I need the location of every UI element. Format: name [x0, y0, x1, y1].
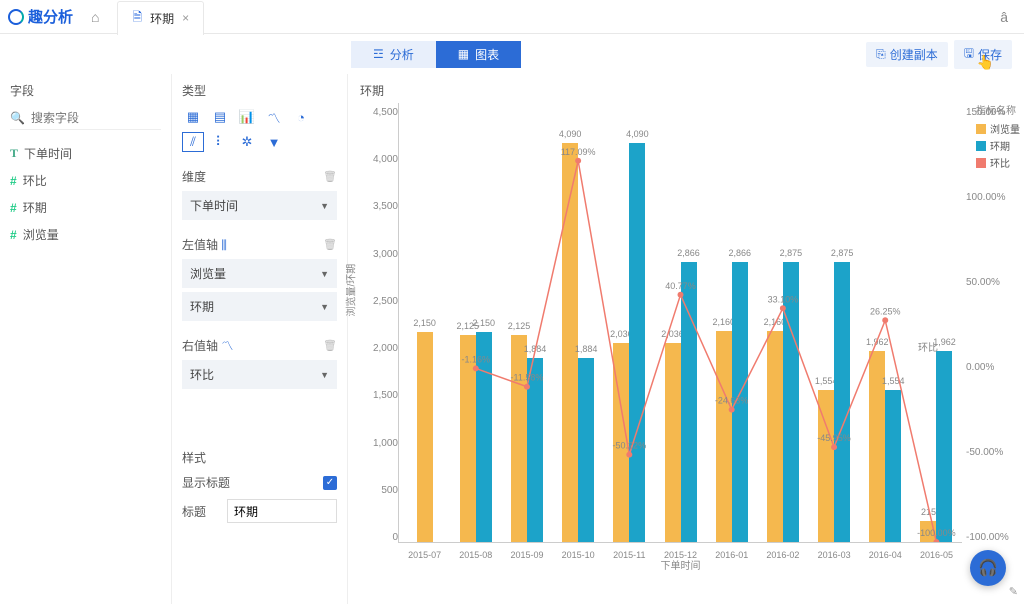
type-line-icon[interactable]: 〽: [263, 107, 285, 127]
legend-item[interactable]: 环比: [976, 155, 1020, 170]
legend-item[interactable]: 浏览量: [976, 121, 1020, 136]
type-pivot-icon[interactable]: ▤: [209, 107, 231, 127]
caret-down-icon: ▼: [320, 302, 329, 312]
document-icon: 🗎: [132, 8, 142, 29]
tab-analysis[interactable]: ☲ 分析: [351, 41, 436, 68]
type-bar-icon[interactable]: 📊: [236, 107, 258, 127]
dimension-label: 维度: [182, 168, 206, 185]
plot[interactable]: 2,1502,1252,1502,1251,8844,0901,8842,036…: [398, 103, 962, 543]
right-axis-label: 右值轴: [182, 339, 218, 353]
chart-icon: ▦: [458, 47, 469, 61]
app-name: 趣分析: [28, 6, 73, 27]
trash-icon[interactable]: 🗑: [323, 339, 337, 352]
caret-down-icon: ▼: [320, 269, 329, 279]
legend-swatch: [976, 141, 986, 151]
field-type-icon: #: [10, 174, 17, 188]
close-icon[interactable]: ×: [182, 11, 189, 25]
bar-axis-icon: ⫼: [221, 238, 227, 252]
y-axis-right: 150.00%100.00%50.00%0.00%-50.00%-100.00%: [962, 103, 1012, 573]
legend-title: 指标名称: [976, 102, 1020, 117]
fields-panel: 字段 🔍 T下单时间#环比#环期#浏览量: [0, 74, 172, 604]
x-axis-label: 下单时间: [399, 557, 962, 572]
left-axis-label: 左值轴: [182, 238, 218, 252]
save-icon: 🖫: [964, 44, 974, 65]
help-fab[interactable]: 🎧: [970, 550, 1006, 586]
tab-chart[interactable]: ▦ 图表: [436, 41, 521, 68]
type-funnel-icon[interactable]: ▼: [263, 132, 285, 152]
left-axis-select-1[interactable]: 浏览量▼: [182, 259, 337, 288]
logo-icon: [8, 9, 24, 25]
legend-swatch: [976, 158, 986, 168]
field-item[interactable]: #环期: [10, 194, 161, 221]
y-axis-right-label: 环比: [918, 339, 938, 354]
caret-down-icon: ▼: [320, 370, 329, 380]
chart-type-grid: ▦ ▤ 📊 〽 ◔ ⫽ ⠇ ✲ ▼: [182, 107, 337, 152]
app-logo: 趣分析: [8, 6, 73, 27]
type-pie-icon[interactable]: ◔: [290, 107, 312, 127]
title-input[interactable]: [227, 499, 337, 523]
legend: 指标名称 浏览量环期环比: [976, 102, 1020, 172]
field-type-icon: #: [10, 228, 17, 242]
y-axis-left: 4,5004,0003,5003,0002,5002,0001,5001,000…: [360, 103, 398, 573]
fields-title: 字段: [10, 82, 161, 99]
home-icon[interactable]: ⌂: [91, 9, 99, 25]
field-type-icon: #: [10, 201, 17, 215]
trash-icon[interactable]: 🗑: [323, 170, 337, 183]
left-axis-select-2[interactable]: 环期▼: [182, 292, 337, 321]
field-type-icon: T: [10, 146, 18, 161]
tab-label: 环期: [150, 10, 174, 27]
duplicate-button[interactable]: ⎘ 创建副本: [866, 42, 948, 67]
legend-item[interactable]: 环期: [976, 138, 1020, 153]
legend-swatch: [976, 124, 986, 134]
caret-down-icon: ▼: [320, 201, 329, 211]
chart-title: 环期: [360, 82, 1012, 99]
document-tab[interactable]: 🗎 环期 ×: [117, 1, 204, 35]
chart-area: 环期 浏览量/环期 4,5004,0003,5003,0002,5002,000…: [348, 74, 1024, 604]
layers-icon: ☲: [373, 47, 384, 61]
user-icon[interactable]: â: [1000, 9, 1008, 25]
search-field[interactable]: 🔍: [10, 107, 161, 130]
type-combo-icon[interactable]: ⫽: [182, 132, 204, 152]
field-item[interactable]: T下单时间: [10, 140, 161, 167]
copy-icon: ⎘: [876, 47, 886, 62]
type-radar-icon[interactable]: ✲: [236, 132, 258, 152]
style-title: 样式: [182, 449, 337, 466]
field-item[interactable]: #浏览量: [10, 221, 161, 248]
right-axis-select[interactable]: 环比▼: [182, 360, 337, 389]
config-panel: 类型 ▦ ▤ 📊 〽 ◔ ⫽ ⠇ ✲ ▼ 维度 🗑 下单时间 ▼ 左值轴 ⫼: [172, 74, 348, 604]
dimension-select[interactable]: 下单时间 ▼: [182, 191, 337, 220]
trash-icon[interactable]: 🗑: [323, 238, 337, 251]
type-table-icon[interactable]: ▦: [182, 107, 204, 127]
headset-icon: 🎧: [978, 558, 998, 578]
view-mode-tabs: ☲ 分析 ▦ 图表: [351, 41, 521, 68]
show-title-label: 显示标题: [182, 474, 230, 491]
type-scatter-icon[interactable]: ⠇: [209, 132, 231, 152]
title-field-label: 标题: [182, 503, 206, 520]
y-axis-left-label: 浏览量/环期: [343, 264, 358, 317]
search-icon: 🔍: [10, 111, 25, 125]
type-title: 类型: [182, 82, 337, 99]
line-axis-icon: 〽: [221, 339, 233, 353]
field-item[interactable]: #环比: [10, 167, 161, 194]
show-title-checkbox[interactable]: ✓: [323, 476, 337, 490]
search-input[interactable]: [31, 111, 161, 125]
save-button[interactable]: 🖫 保存: [954, 40, 1012, 69]
